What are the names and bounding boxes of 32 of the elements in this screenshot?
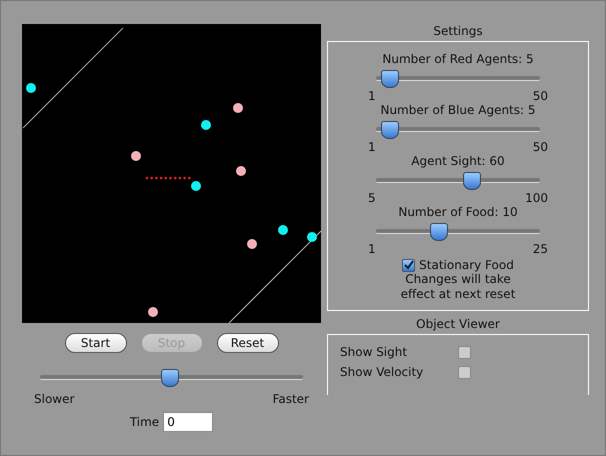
- checkbox[interactable]: [458, 366, 471, 378]
- slider-thumb[interactable]: [160, 369, 179, 387]
- slider-min-label: 5: [368, 191, 376, 205]
- control-button[interactable]: Reset: [216, 333, 278, 353]
- slider-max-label: Faster: [272, 392, 309, 406]
- slider-min-label: 1: [368, 242, 376, 256]
- time-label: Time: [130, 415, 160, 429]
- control-button[interactable]: Start: [64, 333, 126, 353]
- slider-min-label: 1: [368, 140, 376, 154]
- object-viewer-title: Object Viewer: [416, 317, 500, 331]
- slider-max-label: 50: [532, 140, 548, 154]
- slider-thumb[interactable]: [381, 121, 400, 139]
- settings-title: Settings: [433, 24, 483, 38]
- option-label: Show Sight: [340, 345, 408, 359]
- slider-max-label: 50: [532, 89, 548, 103]
- slider-thumb[interactable]: [381, 70, 400, 88]
- slider-min-label: Slower: [34, 392, 74, 406]
- slider-label: Number of Food: 10: [398, 205, 518, 219]
- note-text: Changes will take effect at next reset: [400, 272, 516, 302]
- checkbox[interactable]: [458, 346, 471, 358]
- slider-label: Number of Blue Agents: 5: [380, 103, 536, 117]
- slider-label: Agent Sight: 60: [411, 154, 505, 168]
- checkbox[interactable]: [402, 258, 416, 272]
- time-field[interactable]: 0: [163, 412, 214, 432]
- slider-label: Number of Red Agents: 5: [382, 52, 534, 66]
- slider-max-label: 25: [532, 242, 548, 256]
- slider-thumb[interactable]: [430, 223, 448, 241]
- slider-min-label: 1: [368, 89, 376, 103]
- slider-thumb[interactable]: [463, 172, 482, 190]
- option-label: Show Velocity: [340, 365, 424, 379]
- slider-max-label: 100: [525, 191, 548, 205]
- checkbox-label: Stationary Food: [419, 258, 514, 272]
